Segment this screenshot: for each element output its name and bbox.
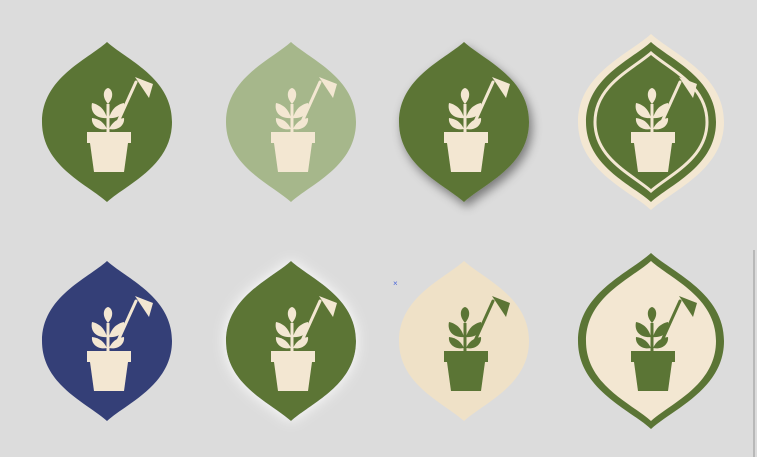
green-outlined-badge[interactable] — [576, 32, 726, 212]
green-glow-badge[interactable] — [216, 251, 366, 431]
cream-outlined-badge[interactable] — [576, 251, 726, 431]
icon-set-canvas: × — [0, 0, 757, 457]
navy-badge[interactable] — [32, 251, 182, 431]
light-green-badge[interactable] — [216, 32, 366, 212]
green-shadow-badge[interactable] — [389, 32, 539, 212]
window-edge — [753, 250, 755, 457]
green-badge[interactable] — [32, 32, 182, 212]
cursor-icon: × — [393, 279, 398, 288]
cream-badge[interactable] — [389, 251, 539, 431]
